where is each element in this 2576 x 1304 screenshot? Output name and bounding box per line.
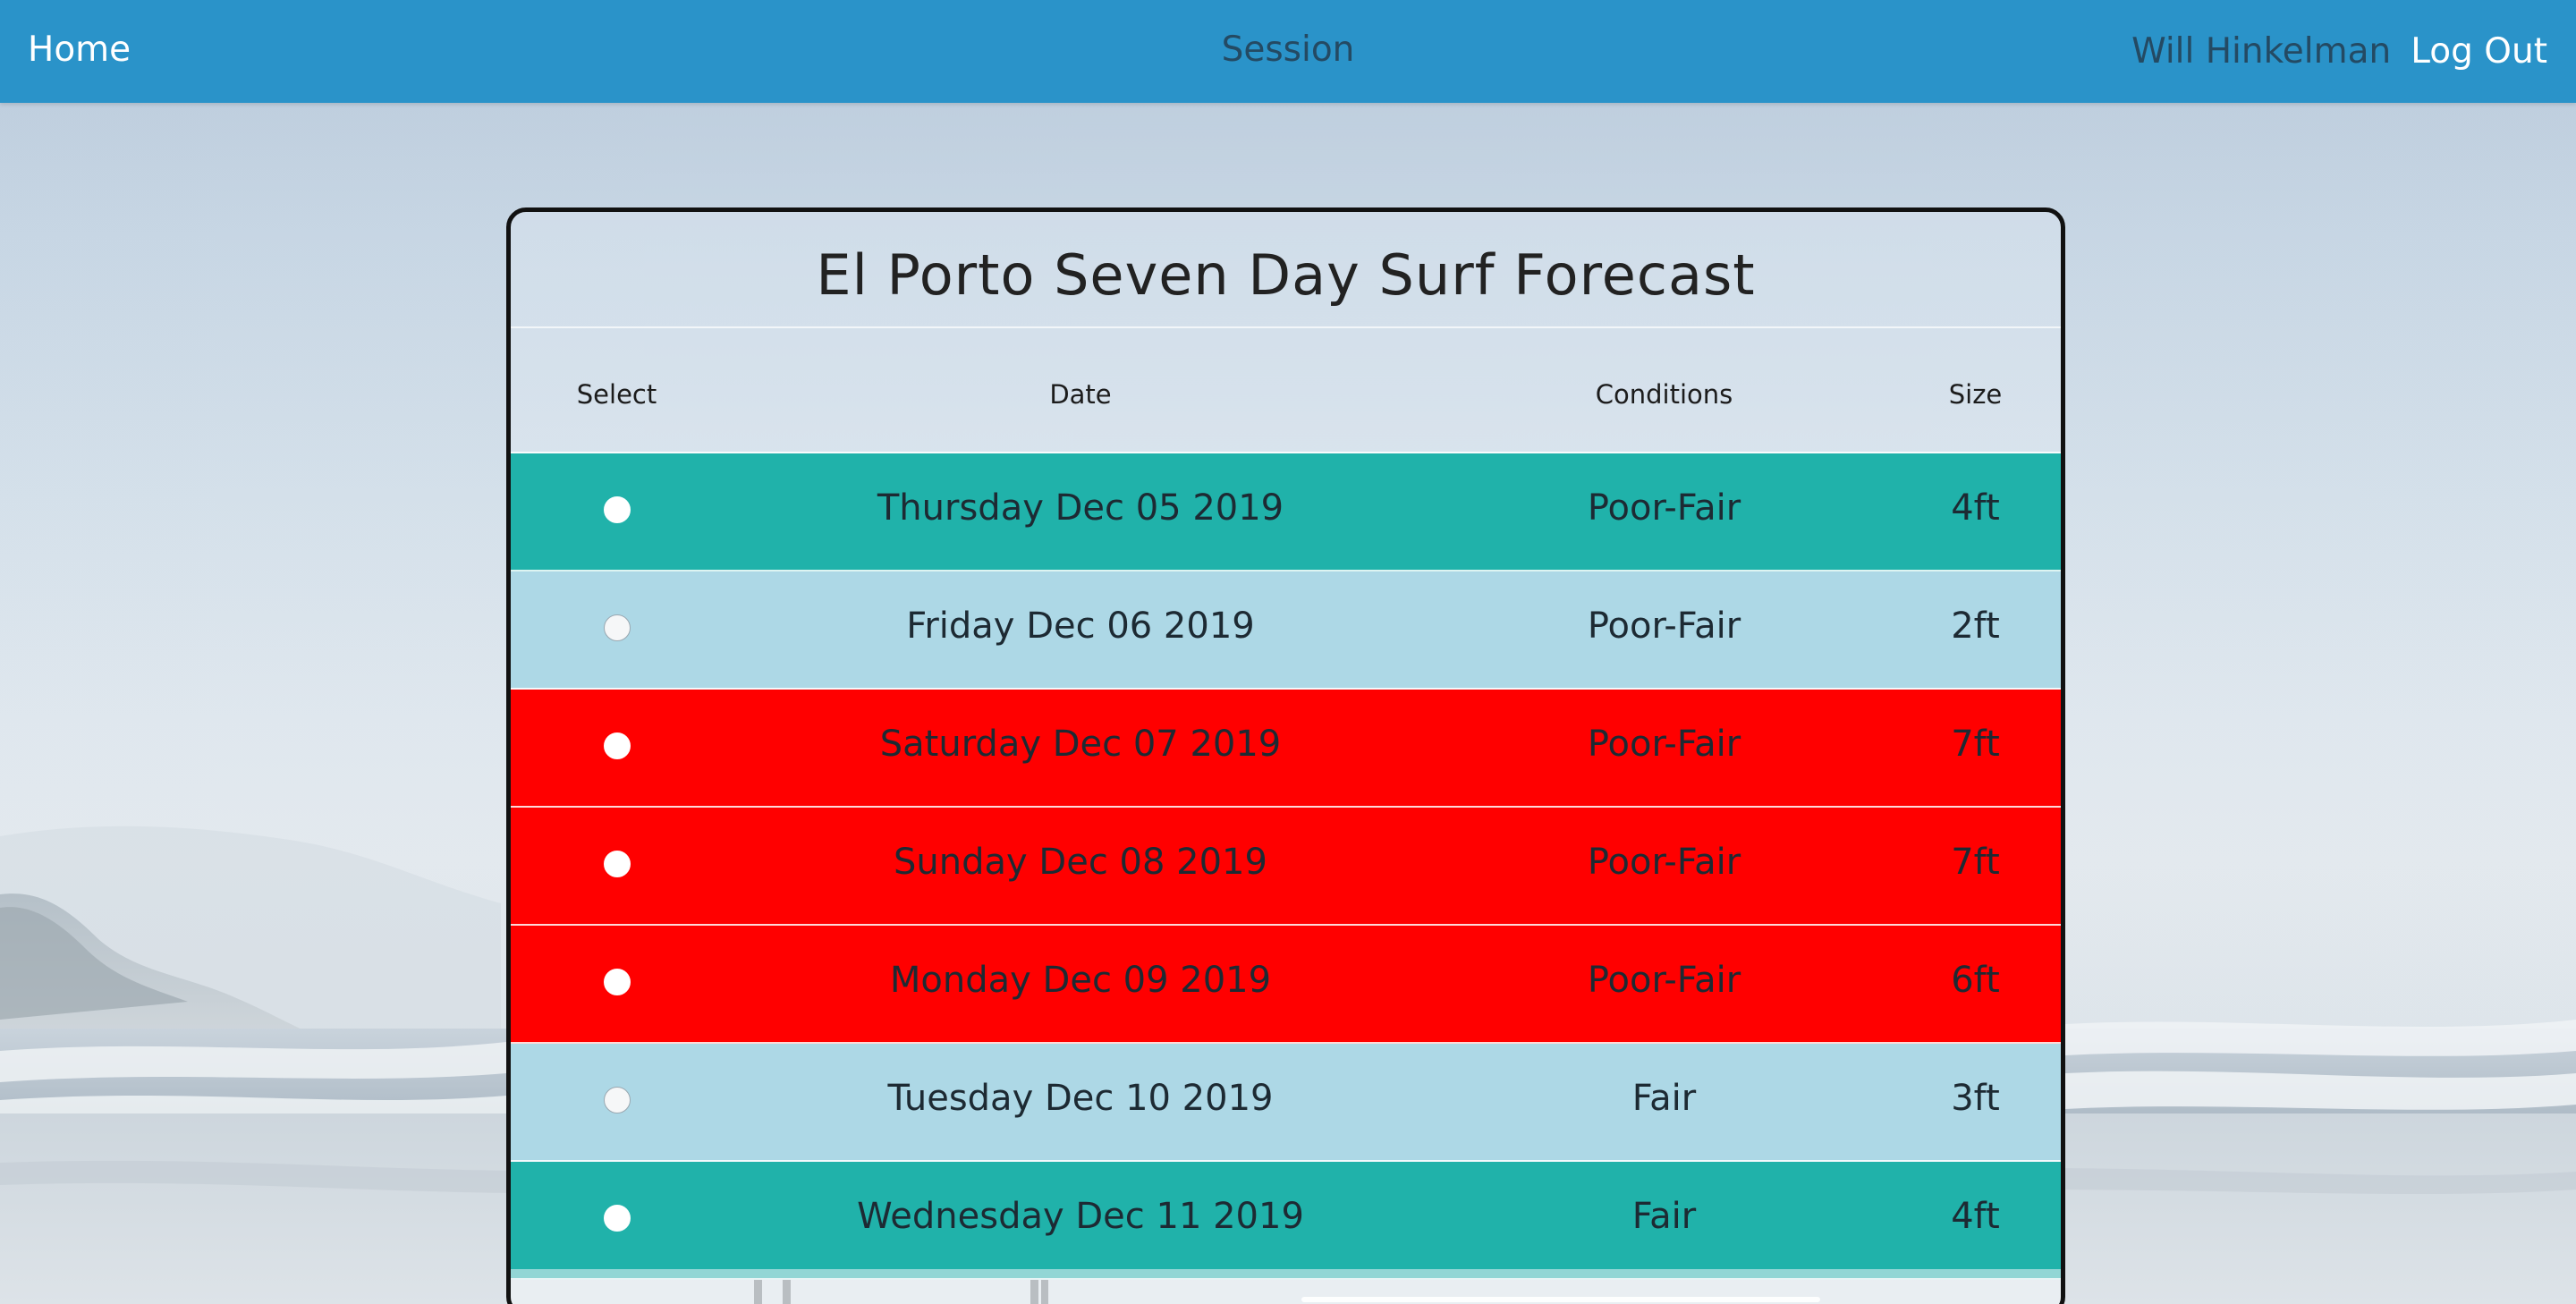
table-footer-strip <box>511 1269 2061 1304</box>
size-cell: 4ft <box>1951 487 2000 529</box>
table-header: Select Date Conditions Size <box>511 328 2061 453</box>
date-cell: Sunday Dec 08 2019 <box>894 842 1267 883</box>
conditions-cell: Poor-Fair <box>1587 487 1741 529</box>
table-row[interactable]: Monday Dec 09 2019 Poor-Fair 6ft <box>511 926 2061 1044</box>
table-row[interactable]: Tuesday Dec 10 2019 Fair 3ft <box>511 1044 2061 1162</box>
day-select-radio[interactable] <box>604 496 631 523</box>
conditions-cell: Poor-Fair <box>1587 842 1741 883</box>
day-select-radio[interactable] <box>604 1087 631 1113</box>
conditions-cell: Poor-Fair <box>1587 960 1741 1001</box>
date-cell: Tuesday Dec 10 2019 <box>887 1078 1274 1119</box>
user-menu: Will Hinkelman Log Out <box>2131 0 2547 103</box>
select-cell <box>511 572 723 688</box>
table-row[interactable]: Sunday Dec 08 2019 Poor-Fair 7ft <box>511 808 2061 926</box>
conditions-cell: Fair <box>1631 1078 1697 1119</box>
day-select-radio[interactable] <box>604 614 631 641</box>
size-cell: 7ft <box>1951 724 2000 765</box>
logout-link[interactable]: Log Out <box>2411 2 2547 102</box>
column-header-conditions: Conditions <box>1595 379 1733 410</box>
column-header-select: Select <box>576 379 657 410</box>
day-select-radio[interactable] <box>604 732 631 759</box>
table-row[interactable]: Thursday Dec 05 2019 Poor-Fair 4ft <box>511 453 2061 572</box>
select-cell <box>511 1162 723 1278</box>
user-name: Will Hinkelman <box>2131 30 2392 72</box>
size-cell: 4ft <box>1951 1196 2000 1237</box>
column-header-size: Size <box>1948 379 2003 410</box>
home-link[interactable]: Home <box>28 0 131 103</box>
size-cell: 2ft <box>1951 605 2000 647</box>
date-cell: Monday Dec 09 2019 <box>889 960 1272 1001</box>
select-cell <box>511 690 723 806</box>
date-cell: Wednesday Dec 11 2019 <box>857 1196 1304 1237</box>
conditions-cell: Fair <box>1631 1196 1697 1237</box>
select-cell <box>511 808 723 924</box>
table-row[interactable]: Wednesday Dec 11 2019 Fair 4ft <box>511 1162 2061 1280</box>
forecast-title: El Porto Seven Day Surf Forecast <box>511 212 2061 328</box>
size-cell: 7ft <box>1951 842 2000 883</box>
column-header-date: Date <box>1049 379 1112 410</box>
date-cell: Saturday Dec 07 2019 <box>879 724 1282 765</box>
conditions-cell: Poor-Fair <box>1587 605 1741 647</box>
size-cell: 6ft <box>1951 960 2000 1001</box>
top-navbar: Home Session Will Hinkelman Log Out <box>0 0 2576 103</box>
date-cell: Thursday Dec 05 2019 <box>877 487 1284 529</box>
select-cell <box>511 453 723 570</box>
size-cell: 3ft <box>1951 1078 2000 1119</box>
forecast-table-body: Thursday Dec 05 2019 Poor-Fair 4ft Frida… <box>511 453 2061 1280</box>
table-row[interactable]: Friday Dec 06 2019 Poor-Fair 2ft <box>511 572 2061 690</box>
day-select-radio[interactable] <box>604 1205 631 1232</box>
conditions-cell: Poor-Fair <box>1587 724 1741 765</box>
forecast-card: El Porto Seven Day Surf Forecast Select … <box>506 207 2065 1304</box>
day-select-radio[interactable] <box>604 969 631 995</box>
date-cell: Friday Dec 06 2019 <box>906 605 1255 647</box>
day-select-radio[interactable] <box>604 851 631 877</box>
select-cell <box>511 1044 723 1160</box>
horizontal-scrollbar[interactable] <box>1301 1297 1820 1302</box>
select-cell <box>511 926 723 1042</box>
table-row[interactable]: Saturday Dec 07 2019 Poor-Fair 7ft <box>511 690 2061 808</box>
